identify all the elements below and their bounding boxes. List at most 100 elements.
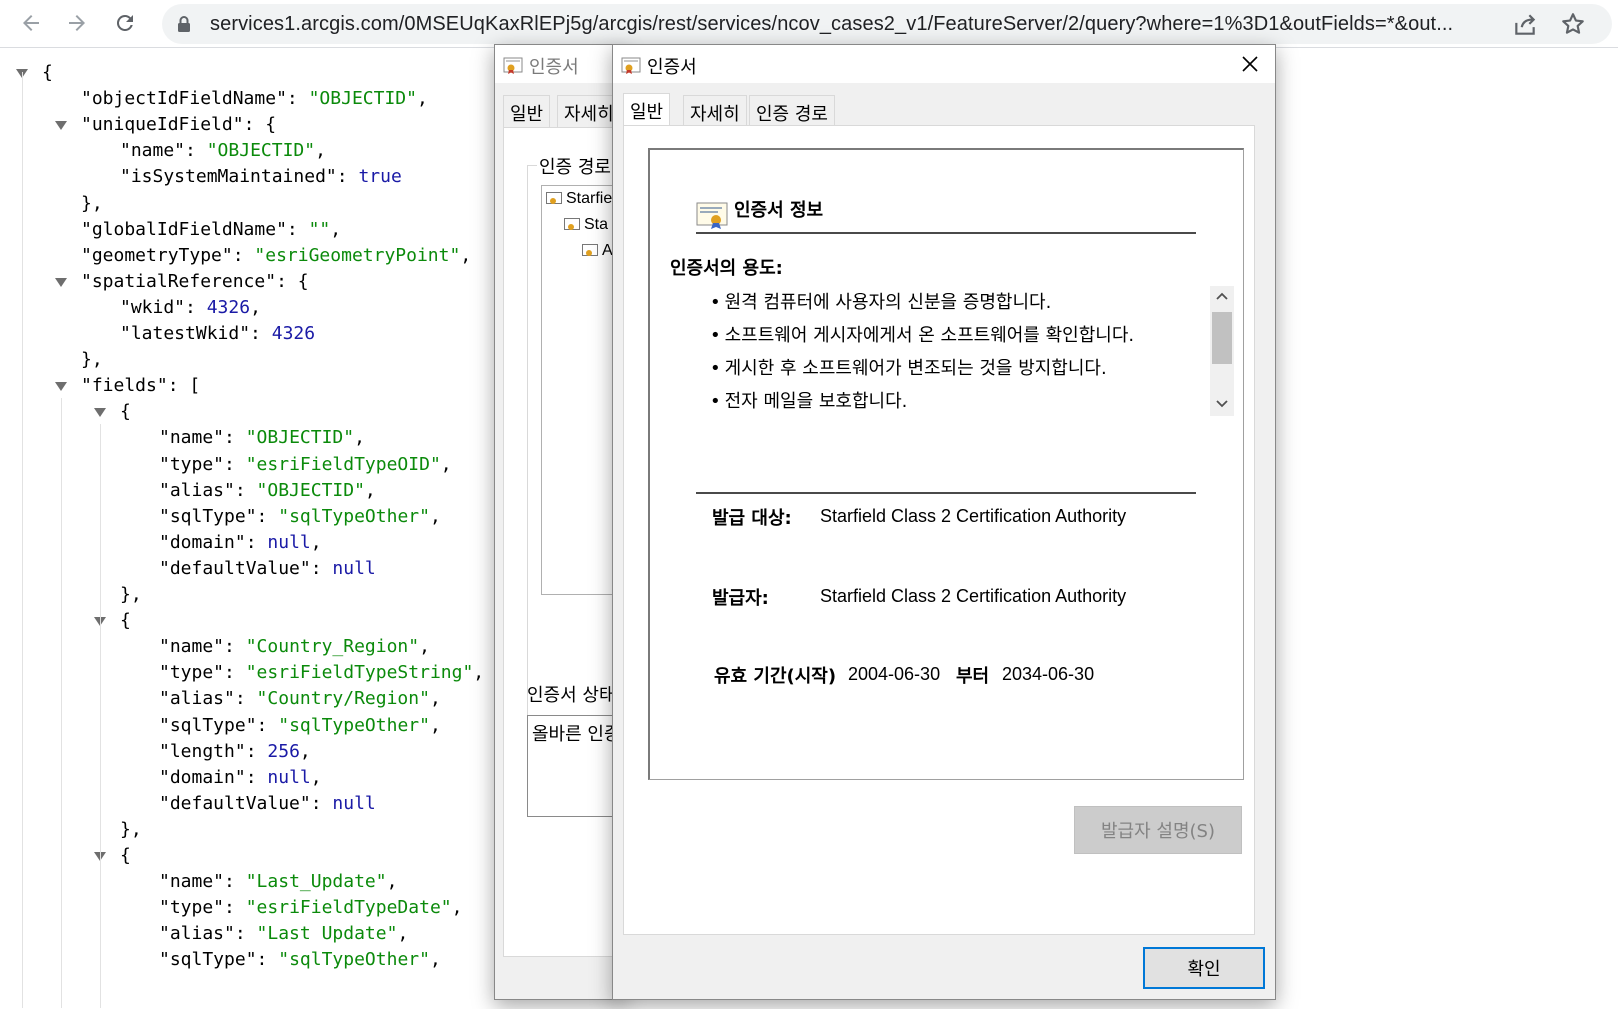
dialog-titlebar[interactable]: 인증서 [613,45,1275,83]
json-token: }, [120,584,142,605]
json-line: "name": "Country_Region", [159,634,430,660]
close-button[interactable] [1225,45,1275,83]
star-icon[interactable] [1560,11,1586,37]
json-token: : [224,636,246,658]
back-dialog-titlebar[interactable]: 인증서 [495,45,624,83]
back-button[interactable] [14,6,48,40]
json-token: "sqlTypeOther" [278,714,430,736]
json-token: : [256,714,279,736]
tree-item-intermediate[interactable]: Sta [564,216,608,234]
json-token: : [286,88,309,110]
json-token: "isSystemMaintained" [120,166,337,188]
certificate-dialog[interactable]: 인증서 일반 자세히 인증 경로 인증서 정보 인증서의 용도: 원격 컴퓨터에… [612,44,1276,1000]
ok-button[interactable]: 확인 [1143,947,1265,989]
json-line: "type": "esriFieldTypeString", [159,660,480,686]
json-token: : [245,531,268,553]
json-line: "defaultValue": null [159,791,376,817]
indent-guide [61,398,62,1008]
back-arrow-icon [23,15,39,31]
indent-guide [22,72,23,1008]
json-token: , [397,923,409,945]
json-line: "spatialReference": { [81,269,309,295]
json-token: "alias" [159,479,235,501]
json-token: , [299,740,311,762]
json-line: "alias": "Country/Region", [159,686,441,712]
json-token: : [234,479,257,501]
tree-item-label: Sta [584,216,609,233]
json-line: }, [81,347,103,373]
tab-cert-path[interactable]: 인증 경로 [749,95,835,127]
browser-toolbar: services1.arcgis.com/0MSEUqKaxRlEPj5g/ar… [0,0,1618,48]
json-token: , [429,714,441,736]
json-token: "geometryType" [81,244,233,266]
json-token: : [256,949,279,971]
json-token: "wkid" [120,296,186,318]
scroll-thumb[interactable] [1212,312,1232,364]
json-token: "esriFieldTypeDate" [245,897,452,919]
json-token: : [245,740,268,762]
scroll-up-button[interactable] [1210,286,1234,306]
json-token: , [310,531,322,553]
purpose-scrollbar[interactable] [1210,286,1234,416]
json-token: 256 [267,740,300,762]
json-token: : [336,166,359,188]
reload-button[interactable] [108,6,142,40]
share-icon[interactable] [1512,12,1538,38]
tree-item-leaf[interactable]: A [582,242,613,260]
collapse-toggle[interactable] [55,277,67,287]
json-token: , [440,453,452,475]
back-tab-general[interactable]: 일반 [503,95,551,127]
lock-icon [178,16,190,32]
tree-item-root[interactable]: Starfie [546,190,612,208]
address-bar[interactable]: services1.arcgis.com/0MSEUqKaxRlEPj5g/ar… [162,4,1612,44]
json-token: "alias" [159,923,235,945]
json-line: "name": "Last_Update", [159,869,397,895]
collapse-toggle[interactable] [55,382,67,392]
json-token: }, [81,349,103,371]
json-line: "sqlType": "sqlTypeOther", [159,713,441,739]
json-token: "objectIdFieldName" [81,88,287,110]
purpose-title: 인증서의 용도: [670,258,783,279]
json-line: { [42,60,53,86]
tab-general[interactable]: 일반 [623,93,671,127]
json-token: "sqlType" [159,505,257,527]
issued-to-value: Starfield Class 2 Certification Authorit… [820,506,1127,526]
json-token: { [120,610,131,632]
json-token: "sqlTypeOther" [278,949,430,971]
certificate-icon [621,57,641,74]
json-token: }, [81,192,103,214]
tab-details[interactable]: 자세히 [683,95,747,127]
json-token: : [224,662,246,684]
url-text[interactable]: services1.arcgis.com/0MSEUqKaxRlEPj5g/ar… [210,13,1500,36]
json-line: "length": 256, [159,739,311,765]
json-token: : [224,453,246,475]
collapse-toggle[interactable] [94,408,106,418]
valid-to-connector: 부터 [956,666,990,687]
collapse-toggle[interactable] [55,121,67,131]
forward-button[interactable] [60,6,94,40]
scroll-down-button[interactable] [1210,394,1234,414]
json-token: , [315,140,326,162]
json-line: "isSystemMaintained": true [120,164,402,190]
json-token: "" [308,218,331,240]
issuer-statement-button[interactable]: 발급자 설명(S) [1074,806,1242,854]
json-token: "name" [120,140,186,162]
json-token: "OBJECTID" [245,427,355,449]
back-certificate-dialog[interactable]: 인증서 일반 자세히 인증 경로 Starfie Sta A 인증서 상태 올바… [494,44,647,1000]
json-token: , [451,897,463,919]
json-line: { [120,843,131,869]
json-token: : [245,766,268,788]
info-header: 인증서 정보 [734,200,824,221]
json-line: "defaultValue": null [159,556,376,582]
certificate-icon [503,57,523,74]
back-status-label: 인증서 상태 [527,685,616,706]
json-line: "wkid": 4326, [120,295,261,321]
scroll-down-icon [1216,400,1228,408]
json-line: }, [120,582,142,608]
json-token: , [364,479,376,501]
tree-item-label: Starfie [566,190,613,207]
certificate-icon [696,202,728,229]
json-token: , [429,688,441,710]
json-token: 4326 [206,296,251,318]
certificate-info-box: 인증서 정보 인증서의 용도: 원격 컴퓨터에 사용자의 신분을 증명합니다. … [648,148,1244,780]
